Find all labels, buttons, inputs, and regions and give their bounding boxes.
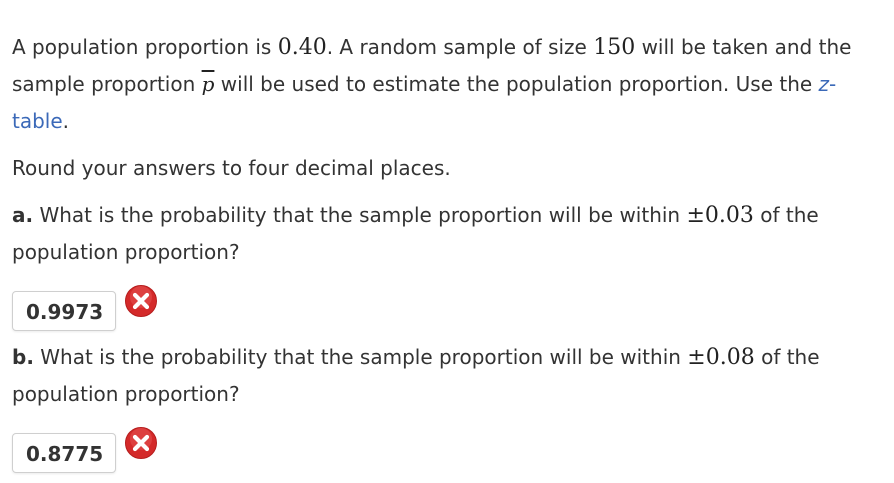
question-a-line-1: a. What is the probability that the samp… (12, 197, 819, 234)
answer-b-field[interactable]: 0.8775 (12, 433, 116, 473)
instruction-text: Round your answers to four decimal place… (12, 156, 451, 180)
question-a-line-2: population proportion? (12, 240, 240, 264)
question-a-label: a. (12, 203, 34, 227)
z-table-link-continued[interactable]: table (12, 109, 63, 133)
intro-line-2: sample proportion p will be used to esti… (12, 66, 836, 103)
question-a-text: What is the probability that the sample … (33, 203, 687, 227)
intro-text: will be taken and the (635, 35, 852, 59)
sample-size-value: 150 (593, 35, 636, 60)
question-b-label: b. (12, 345, 34, 369)
intro-line-1: A population proportion is 0.40. A rando… (12, 29, 851, 66)
question-b-line-2: population proportion? (12, 382, 240, 406)
question-b-text: What is the probability that the sample … (33, 345, 688, 369)
intro-text: . (62, 109, 70, 133)
z-link-letter: z (818, 72, 830, 96)
question-b-line-1: b. What is the probability that the samp… (12, 339, 820, 376)
intro-text: will be used to estimate the population … (214, 72, 819, 96)
incorrect-x-icon (125, 427, 157, 459)
question-b-value: ±0.08 (687, 345, 755, 370)
z-table-link[interactable]: z- (819, 72, 837, 96)
intro-text: . A random sample of size (326, 35, 594, 59)
intro-line-3: table. (12, 103, 69, 140)
p-bar-symbol: p (201, 72, 215, 96)
population-proportion-value: 0.40 (277, 35, 327, 60)
question-b-text: of the (754, 345, 820, 369)
z-link-dash: - (829, 72, 837, 96)
incorrect-x-icon (125, 285, 157, 317)
question-a-text: of the (753, 203, 819, 227)
answer-a-field[interactable]: 0.9973 (12, 291, 116, 331)
intro-text: sample proportion (12, 72, 202, 96)
intro-text: A population proportion is (12, 35, 278, 59)
question-a-value: ±0.03 (686, 203, 754, 228)
